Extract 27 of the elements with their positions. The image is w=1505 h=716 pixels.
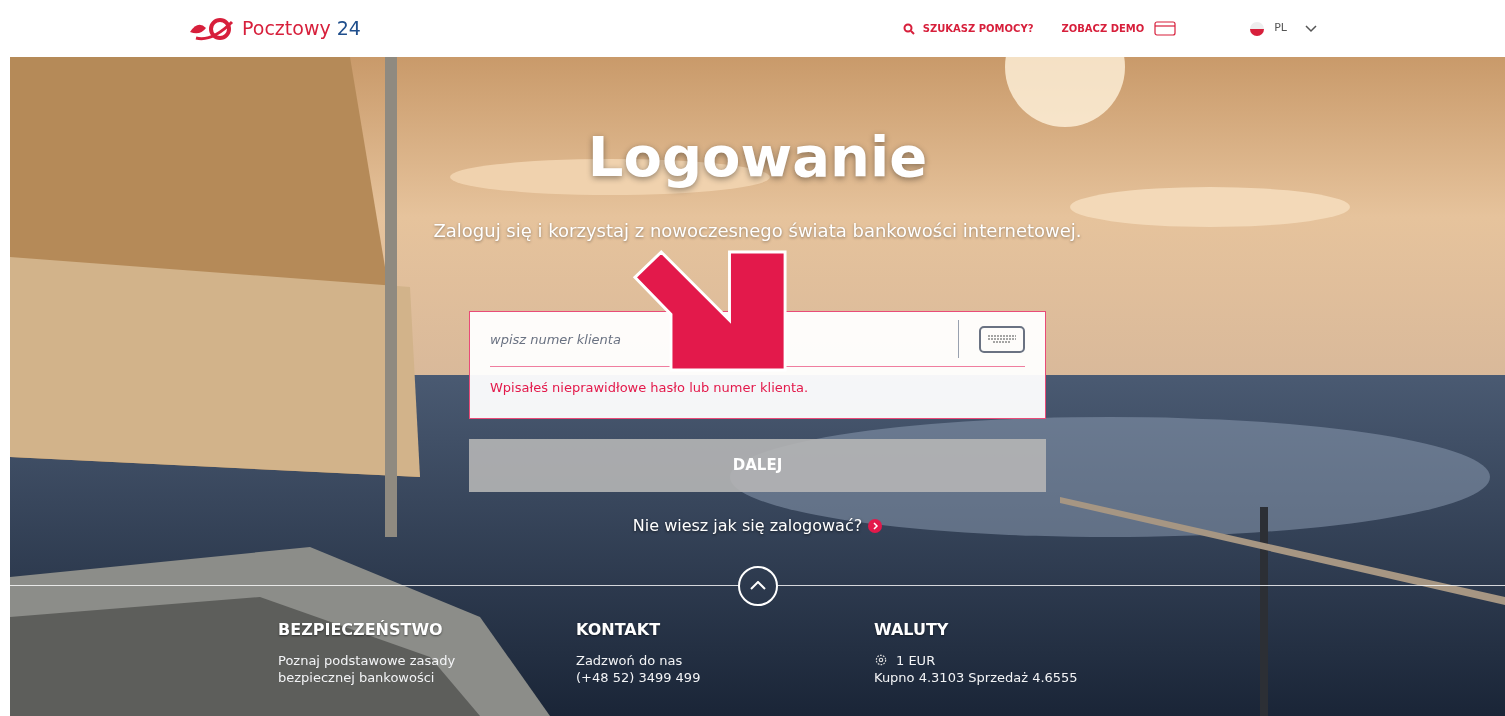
- footer-text: Zadzwoń do nas: [576, 651, 684, 669]
- footer-text: (+48 52) 3499 499: [576, 668, 702, 686]
- card-icon: [1154, 21, 1177, 36]
- login-help-link[interactable]: Nie wiesz jak się zalogować?: [632, 513, 883, 538]
- footer-text: Poznaj podstawowe zasady: [278, 651, 457, 669]
- page-title: Logowanie: [587, 123, 928, 191]
- flag-icon: [1250, 21, 1265, 36]
- exchange-rate: Kupno 4.3103 Sprzedaż 4.6555: [874, 668, 1079, 686]
- logo-text[interactable]: Pocztowy 24: [242, 14, 361, 43]
- logo-icon: [188, 15, 236, 42]
- search-icon: [902, 22, 915, 35]
- footer-heading[interactable]: WALUTY: [874, 617, 1172, 642]
- scroll-up-button[interactable]: [737, 565, 778, 606]
- gear-icon: [874, 653, 888, 667]
- language-selector[interactable]: PL: [1250, 20, 1317, 37]
- chevron-right-icon: [868, 518, 883, 533]
- chevron-down-icon: [1305, 24, 1317, 33]
- help-link[interactable]: SZUKASZ POMOCY?: [902, 21, 1034, 36]
- footer-text: bezpiecznej bankowości: [278, 668, 436, 686]
- currency-label: 1 EUR: [896, 651, 936, 669]
- keyboard-icon[interactable]: [979, 325, 1025, 353]
- error-message: Wpisałeś nieprawidłowe hasło lub numer klienta.: [490, 379, 810, 397]
- footer-heading[interactable]: KONTAKT: [576, 617, 874, 642]
- demo-link[interactable]: ZOBACZ DEMO: [1061, 21, 1177, 36]
- client-number-input[interactable]: wpisz numer klienta: [490, 312, 938, 366]
- subtitle: Zaloguj się i korzystaj z nowoczesnego świata bankowości internetowej.: [433, 219, 1082, 243]
- chevron-up-icon: [749, 581, 766, 590]
